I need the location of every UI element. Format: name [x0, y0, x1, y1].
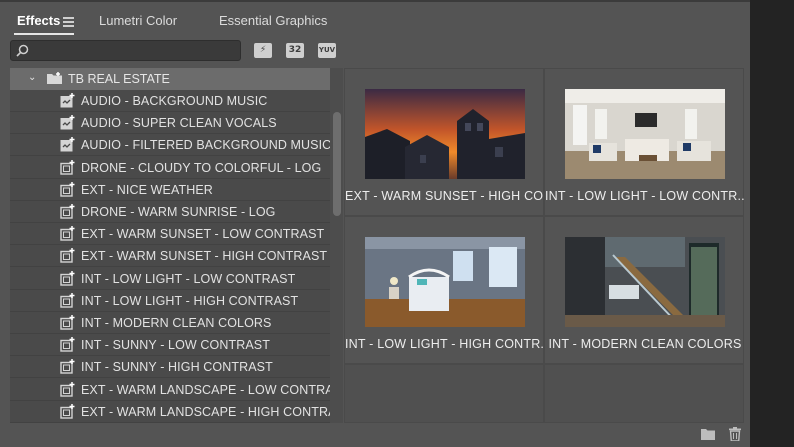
preset-label: AUDIO - SUPER CLEAN VOCALS [81, 116, 277, 131]
panel-menu-icon[interactable] [63, 17, 74, 27]
preset-label: AUDIO - BACKGROUND MUSIC [81, 94, 268, 108]
video-preset-icon [60, 337, 75, 352]
video-preset-icon [60, 159, 75, 175]
tab-effects[interactable]: Effects [17, 13, 60, 28]
bottom-bar [0, 423, 750, 447]
audio-preset-icon [60, 137, 75, 152]
list-scrollbar-thumb[interactable] [333, 112, 341, 216]
video-preset-icon [60, 292, 75, 308]
delete-icon[interactable] [727, 427, 743, 441]
preset-list-item[interactable]: INT - LOW LIGHT - LOW CONTRAST [10, 268, 330, 290]
preset-list-item[interactable]: EXT - WARM LANDSCAPE - HIGH CONTRAST [10, 401, 330, 423]
accelerated-effects-filter-button[interactable]: ⚡ [254, 43, 272, 58]
video-preset-icon [60, 381, 75, 397]
new-bin-icon[interactable] [700, 427, 716, 441]
preset-label: INT - LOW LIGHT - HIGH CONTRAST [81, 293, 299, 308]
video-preset-icon [60, 270, 75, 286]
chevron-down-icon[interactable]: ⌄ [28, 72, 36, 83]
thumbnail-label: INT - LOW LIGHT - HIGH CONTR... [345, 337, 545, 351]
tab-lumetri-color[interactable]: Lumetri Color [99, 13, 177, 28]
preset-label: INT - SUNNY - LOW CONTRAST [81, 338, 270, 353]
preset-list-item[interactable]: EXT - WARM LANDSCAPE - LOW CONTRAST [10, 379, 330, 401]
preset-list-item[interactable]: AUDIO - BACKGROUND MUSIC [10, 90, 330, 112]
preset-list-item[interactable]: INT - SUNNY - LOW CONTRAST [10, 334, 330, 357]
thumbnail-grid: EXT - WARM SUNSET - HIGH CO... INT - LOW… [344, 68, 745, 423]
staircase-thumbnail [565, 237, 725, 327]
search-input[interactable] [33, 42, 237, 59]
preset-label: DRONE - WARM SUNRISE - LOG [81, 205, 276, 219]
32-bit-filter-button[interactable]: 32 [286, 43, 304, 58]
living-room-thumbnail [565, 89, 725, 179]
tab-bar: Effects Lumetri Color Essential Graphics [0, 0, 750, 36]
preset-list-item[interactable]: AUDIO - SUPER CLEAN VOCALS [10, 112, 330, 135]
preset-thumbnail[interactable]: INT - MODERN CLEAN COLORS [544, 216, 744, 364]
preset-list-item[interactable]: DRONE - WARM SUNRISE - LOG [10, 201, 330, 223]
thumbnail-label: INT - MODERN CLEAN COLORS [548, 337, 742, 351]
audio-preset-icon [60, 93, 75, 108]
preset-thumbnail[interactable]: INT - LOW LIGHT - HIGH CONTR... [344, 216, 545, 364]
preset-label: EXT - WARM SUNSET - HIGH CONTRAST [81, 249, 328, 264]
folder-row[interactable]: ⌄ TB REAL ESTATE [10, 68, 330, 90]
preset-label: EXT - WARM SUNSET - LOW CONTRAST [81, 227, 325, 242]
preset-label: EXT - NICE WEATHER [81, 182, 213, 197]
search-icon [16, 44, 29, 57]
preset-label: INT - LOW LIGHT - LOW CONTRAST [81, 271, 296, 286]
bedroom-thumbnail [365, 237, 525, 327]
video-preset-icon [60, 181, 75, 197]
folder-icon [47, 72, 62, 84]
preset-list-item[interactable]: AUDIO - FILTERED BACKGROUND MUSIC [10, 134, 330, 157]
video-preset-icon [60, 248, 75, 264]
video-preset-icon [60, 315, 75, 330]
preset-thumbnail[interactable]: INT - LOW LIGHT - LOW CONTR... [544, 68, 745, 216]
preset-list-item[interactable]: INT - MODERN CLEAN COLORS [10, 312, 330, 334]
preset-label: EXT - WARM LANDSCAPE - HIGH CONTRAST [81, 404, 330, 419]
preset-list-item[interactable]: EXT - WARM SUNSET - HIGH CONTRAST [10, 245, 330, 268]
preset-list-item[interactable]: INT - SUNNY - HIGH CONTRAST [10, 356, 330, 379]
video-preset-icon [60, 359, 75, 375]
preset-list-item[interactable]: EXT - NICE WEATHER [10, 179, 330, 201]
active-tab-indicator [14, 33, 74, 35]
tab-essential-graphics[interactable]: Essential Graphics [219, 13, 327, 28]
preset-list-item[interactable]: DRONE - CLOUDY TO COLORFUL - LOG [10, 157, 330, 179]
preset-label: EXT - WARM LANDSCAPE - LOW CONTRAST [81, 382, 330, 397]
thumbnail-label: INT - LOW LIGHT - LOW CONTR... [545, 189, 745, 203]
sunset-house-thumbnail [365, 89, 525, 179]
preset-label: INT - SUNNY - HIGH CONTRAST [81, 360, 273, 375]
preset-label: AUDIO - FILTERED BACKGROUND MUSIC [81, 138, 330, 153]
video-preset-icon [60, 226, 75, 241]
video-preset-icon [60, 204, 75, 219]
folder-label: TB REAL ESTATE [68, 72, 170, 86]
empty-thumbnail-slot [344, 364, 544, 423]
panel-gutter [750, 0, 794, 447]
effects-tree: ⌄ TB REAL ESTATE AUDIO - BACKGROUND MUSI… [10, 68, 330, 423]
thumbnail-label: EXT - WARM SUNSET - HIGH CO... [345, 189, 545, 203]
preset-thumbnail[interactable]: EXT - WARM SUNSET - HIGH CO... [344, 68, 545, 216]
preset-list-item[interactable]: INT - LOW LIGHT - HIGH CONTRAST [10, 290, 330, 312]
empty-thumbnail-slot [544, 364, 744, 423]
preset-label: INT - MODERN CLEAN COLORS [81, 316, 272, 330]
preset-label: DRONE - CLOUDY TO COLORFUL - LOG [81, 160, 322, 175]
video-preset-icon [60, 403, 75, 419]
search-box[interactable] [10, 40, 241, 61]
audio-preset-icon [60, 115, 75, 130]
yuv-filter-button[interactable]: YUV [318, 43, 336, 58]
preset-list-item[interactable]: EXT - WARM SUNSET - LOW CONTRAST [10, 223, 330, 246]
